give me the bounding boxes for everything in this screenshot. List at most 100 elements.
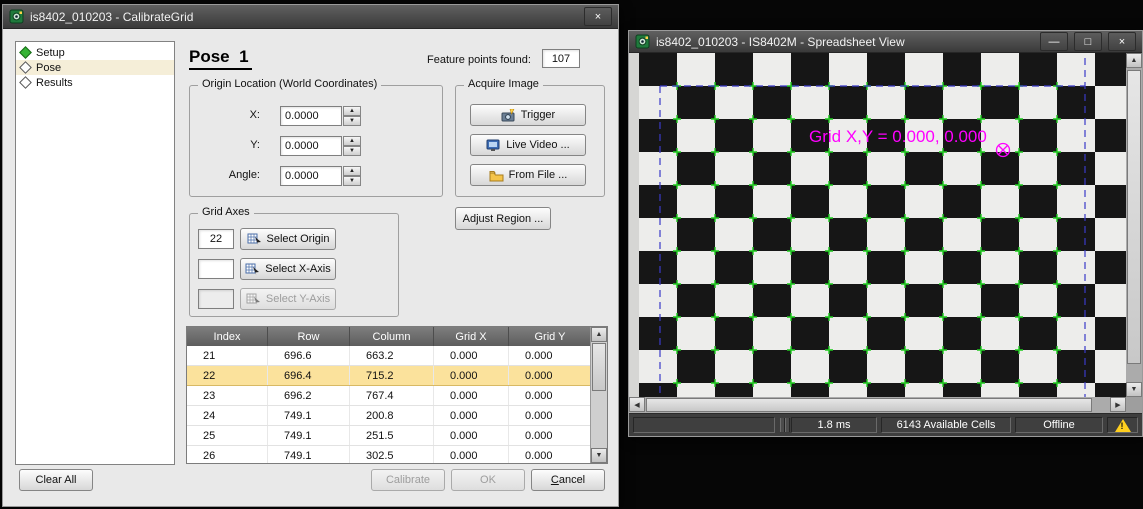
scroll-down-icon[interactable]: ▼: [591, 448, 607, 463]
tree-item-setup[interactable]: Setup: [16, 45, 174, 60]
select-y-axis-icon: [246, 293, 261, 306]
table-row[interactable]: 24 749.1 200.8 0.000 0.000: [187, 406, 592, 426]
cell-grid-y: 0.000: [509, 446, 592, 464]
spinner-up-icon[interactable]: ▲: [343, 106, 361, 116]
angle-spinner: ▲ ▼: [343, 166, 361, 186]
cell-grid-y: 0.000: [509, 386, 592, 405]
status-acquisition-time: 1.8 ms: [791, 417, 877, 433]
calibrate-button: Calibrate: [371, 469, 445, 491]
spreadsheet-titlebar[interactable]: is8402_010203 - IS8402M - Spreadsheet Vi…: [629, 31, 1142, 53]
select-origin-button[interactable]: Select Origin: [240, 228, 336, 250]
table-row[interactable]: 21 696.6 663.2 0.000 0.000: [187, 346, 592, 366]
minimize-icon[interactable]: —: [1040, 32, 1068, 51]
spinner-up-icon[interactable]: ▲: [343, 166, 361, 176]
column-header-grid-x[interactable]: Grid X: [434, 327, 509, 346]
scroll-left-icon[interactable]: ◀: [629, 397, 645, 412]
x-label: X:: [190, 109, 260, 121]
button-label: Adjust Region ...: [463, 213, 544, 225]
y-label: Y:: [190, 139, 260, 151]
column-header-column[interactable]: Column: [350, 327, 434, 346]
app-icon: [635, 34, 650, 49]
cell-column: 663.2: [350, 346, 434, 365]
feature-points-value: 107: [542, 49, 580, 68]
button-label: Cancel: [551, 474, 585, 486]
scrollbar-thumb[interactable]: [592, 343, 606, 391]
scroll-up-icon[interactable]: ▲: [591, 327, 607, 342]
scrollbar-thumb[interactable]: [1127, 70, 1141, 364]
button-label: Clear All: [36, 474, 77, 486]
cell-row: 749.1: [268, 406, 350, 425]
column-header-row[interactable]: Row: [268, 327, 350, 346]
group-title: Grid Axes: [198, 206, 254, 218]
diamond-icon: [19, 46, 32, 59]
spinner-down-icon[interactable]: ▼: [343, 116, 361, 126]
table-row[interactable]: 25 749.1 251.5 0.000 0.000: [187, 426, 592, 446]
live-video-button[interactable]: Live Video ...: [470, 134, 586, 156]
select-x-axis-icon: [245, 263, 260, 276]
diamond-icon: [19, 61, 32, 74]
cell-grid-x: 0.000: [434, 346, 509, 365]
select-y-axis-button: Select Y-Axis: [240, 288, 336, 310]
table-row[interactable]: 26 749.1 302.5 0.000 0.000: [187, 446, 592, 464]
spinner-down-icon[interactable]: ▼: [343, 176, 361, 186]
group-title: Acquire Image: [464, 78, 543, 90]
spinner-down-icon[interactable]: ▼: [343, 146, 361, 156]
horizontal-scrollbar[interactable]: ◀ ▶: [629, 397, 1126, 413]
cell-index: 24: [187, 406, 268, 425]
scroll-down-icon[interactable]: ▼: [1126, 382, 1142, 397]
scroll-up-icon[interactable]: ▲: [1126, 53, 1142, 68]
y-field[interactable]: 0.0000: [280, 136, 342, 156]
image-margin: [629, 53, 639, 397]
select-x-axis-button[interactable]: Select X-Axis: [240, 258, 336, 280]
tree-item-label: Pose: [36, 62, 61, 74]
vertical-scrollbar[interactable]: ▲ ▼: [1126, 53, 1142, 397]
cell-row: 749.1: [268, 426, 350, 445]
close-icon[interactable]: ×: [584, 7, 612, 26]
status-connection: Offline: [1015, 417, 1103, 433]
y-axis-index-field: [198, 289, 234, 309]
scroll-right-icon[interactable]: ▶: [1110, 397, 1126, 412]
x-field[interactable]: 0.0000: [280, 106, 342, 126]
scrollbar-thumb[interactable]: [646, 398, 1092, 412]
clear-all-button[interactable]: Clear All: [19, 469, 93, 491]
calibrate-titlebar[interactable]: is8402_010203 - CalibrateGrid ×: [3, 5, 618, 29]
spinner-up-icon[interactable]: ▲: [343, 136, 361, 146]
status-warning[interactable]: !: [1107, 417, 1138, 433]
x-axis-index-field[interactable]: [198, 259, 234, 279]
image-view[interactable]: Grid X,Y = 0.000, 0.000: [629, 53, 1126, 397]
table-row-selected[interactable]: 22 696.4 715.2 0.000 0.000: [187, 366, 592, 386]
table-row[interactable]: 23 696.2 767.4 0.000 0.000: [187, 386, 592, 406]
cell-index: 25: [187, 426, 268, 445]
cell-grid-y: 0.000: [509, 426, 592, 445]
tree-item-pose[interactable]: Pose: [16, 60, 174, 75]
cell-row: 749.1: [268, 446, 350, 464]
button-label: Select X-Axis: [265, 263, 330, 275]
column-header-index[interactable]: Index: [187, 327, 268, 346]
cell-grid-x: 0.000: [434, 426, 509, 445]
angle-field[interactable]: 0.0000: [280, 166, 342, 186]
warning-exclamation: !: [1121, 421, 1124, 431]
cell-column: 715.2: [350, 366, 434, 385]
ok-button: OK: [451, 469, 525, 491]
cell-column: 767.4: [350, 386, 434, 405]
cell-index: 26: [187, 446, 268, 464]
button-label: Select Origin: [267, 233, 330, 245]
table-scrollbar[interactable]: ▲ ▼: [590, 327, 607, 463]
select-origin-icon: [247, 233, 262, 246]
status-divider: [785, 418, 790, 432]
column-header-grid-y[interactable]: Grid Y: [509, 327, 592, 346]
maximize-icon[interactable]: □: [1074, 32, 1102, 51]
adjust-region-button[interactable]: Adjust Region ...: [455, 207, 551, 230]
origin-index-field[interactable]: 22: [198, 229, 234, 249]
cell-row: 696.2: [268, 386, 350, 405]
trigger-button[interactable]: Trigger: [470, 104, 586, 126]
cancel-button[interactable]: Cancel: [531, 469, 605, 491]
button-label: From File ...: [509, 169, 568, 181]
y-spinner: ▲ ▼: [343, 136, 361, 156]
close-icon[interactable]: ×: [1108, 32, 1136, 51]
origin-location-group: Origin Location (World Coordinates) X: 0…: [189, 85, 443, 197]
grid-overlay-text: Grid X,Y = 0.000, 0.000: [809, 127, 987, 146]
tree-item-results[interactable]: Results: [16, 75, 174, 90]
angle-label: Angle:: [190, 169, 260, 181]
from-file-button[interactable]: From File ...: [470, 164, 586, 186]
